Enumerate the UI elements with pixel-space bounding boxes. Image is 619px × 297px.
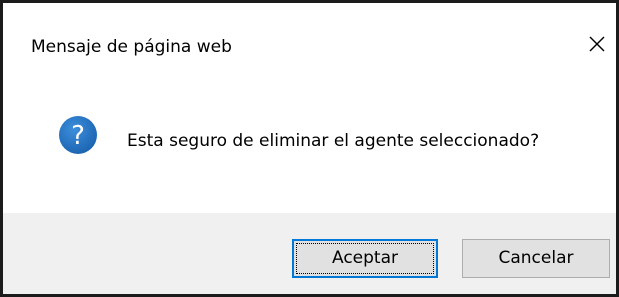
svg-text:?: ?: [71, 121, 85, 151]
accept-button[interactable]: Aceptar: [292, 239, 438, 278]
dialog-titlebar: Mensaje de página web: [3, 3, 616, 89]
close-button[interactable]: [583, 30, 611, 58]
question-icon: ?: [59, 116, 97, 154]
message-dialog: Mensaje de página web ? Esta seguro de e…: [0, 0, 619, 297]
dialog-title: Mensaje de página web: [31, 37, 232, 57]
dialog-message: Esta seguro de eliminar el agente selecc…: [127, 131, 540, 151]
dialog-content: ? Esta seguro de eliminar el agente sele…: [3, 89, 616, 213]
close-icon: [589, 36, 605, 52]
cancel-button[interactable]: Cancelar: [462, 239, 610, 278]
focus-ring: [296, 243, 434, 274]
dialog-footer: Aceptar Cancelar: [3, 213, 616, 294]
cancel-button-label: Cancelar: [498, 248, 574, 268]
